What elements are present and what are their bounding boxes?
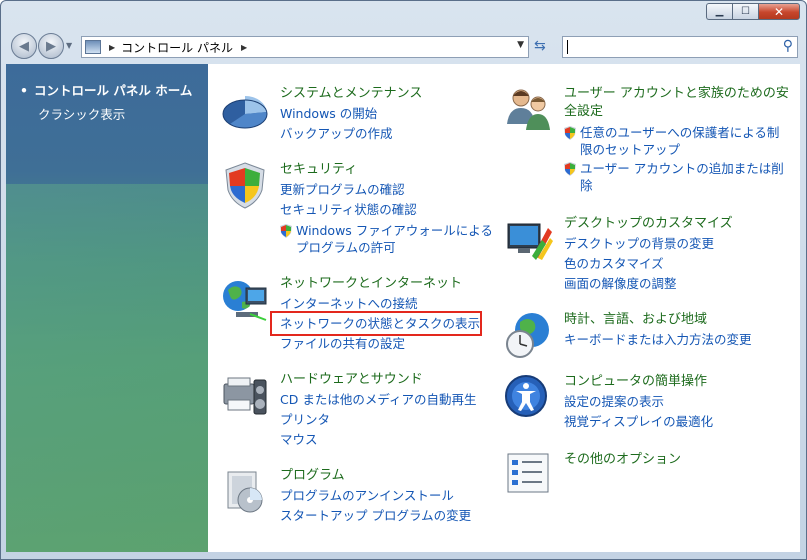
link-firewall-allow-program[interactable]: Windows ファイアウォールによる プログラムの許可 <box>280 222 510 256</box>
sublink-line: Windows ファイアウォールによる <box>296 223 493 238</box>
appearance-personalization-icon[interactable] <box>504 214 554 264</box>
link-change-keyboard-input[interactable]: キーボードまたは入力方法の変更 <box>564 330 794 350</box>
category-title[interactable]: プログラム <box>280 466 510 486</box>
category-text: デスクトップのカスタマイズ デスクトップの背景の変更 色のカスタマイズ 画面の解… <box>564 214 794 294</box>
category-text: システムとメンテナンス Windows の開始 バックアップの作成 <box>280 84 510 144</box>
category-title[interactable]: 時計、言語、および地域 <box>564 310 794 330</box>
link-change-desktop-background[interactable]: デスクトップの背景の変更 <box>564 234 794 254</box>
breadcrumb-arrow-icon[interactable]: ▶ <box>241 43 247 52</box>
address-bar[interactable]: ▶ コントロール パネル ▶ ▼ <box>81 36 529 58</box>
sublink-line: プログラムの許可 <box>296 240 396 255</box>
refresh-button[interactable]: ⇆ <box>534 38 552 56</box>
search-input[interactable]: ⚲ <box>562 36 798 58</box>
category-title-line[interactable]: 全設定 <box>564 102 794 122</box>
category-title-line[interactable]: ユーザー アカウントと家族のための安 <box>564 84 794 104</box>
address-dropdown-icon[interactable]: ▼ <box>517 40 524 50</box>
sidebar-item-home[interactable]: • コントロール パネル ホーム <box>20 80 192 99</box>
ease-of-access-icon[interactable] <box>504 372 554 422</box>
category-title[interactable]: デスクトップのカスタマイズ <box>564 214 794 234</box>
programs-icon[interactable] <box>220 466 270 516</box>
uac-shield-icon <box>564 126 576 140</box>
category-text: ユーザー アカウントと家族のための安 全設定 任意のユーザーへの保護者による制 … <box>564 84 794 194</box>
minimize-button[interactable]: ▁ <box>706 3 732 20</box>
network-internet-icon[interactable] <box>220 274 270 324</box>
close-button[interactable]: ✕ <box>758 3 800 20</box>
sidebar-item-classic-view[interactable]: クラシック表示 <box>38 104 125 123</box>
link-mouse[interactable]: マウス <box>280 430 510 450</box>
link-optimize-visual-display[interactable]: 視覚ディスプレイの最適化 <box>564 412 794 432</box>
category-text: その他のオプション <box>564 450 794 470</box>
additional-options-icon[interactable] <box>504 450 554 500</box>
sidebar-item-label: コントロール パネル ホーム <box>34 83 193 98</box>
category-title[interactable]: システムとメンテナンス <box>280 84 510 104</box>
category-title[interactable]: その他のオプション <box>564 450 794 470</box>
link-printers[interactable]: プリンタ <box>280 410 510 430</box>
link-change-startup-programs[interactable]: スタートアップ プログラムの変更 <box>280 506 510 526</box>
sidebar-gradient <box>6 184 208 552</box>
category-title[interactable]: セキュリティ <box>280 160 510 180</box>
sidebar: • コントロール パネル ホーム クラシック表示 <box>6 64 208 552</box>
link-suggested-settings[interactable]: 設定の提案の表示 <box>564 392 794 412</box>
category-text: プログラム プログラムのアンインストール スタートアップ プログラムの変更 <box>280 466 510 526</box>
bullet-icon: • <box>20 83 28 98</box>
link-connect-internet[interactable]: インターネットへの接続 <box>280 294 510 314</box>
window-controls: ▁ ☐ ✕ <box>706 3 800 20</box>
forward-button[interactable]: ▶ <box>38 33 64 59</box>
category-title[interactable]: ネットワークとインターネット <box>280 274 510 294</box>
link-add-remove-user-accounts[interactable]: ユーザー アカウントの追加または削 除 <box>564 160 794 194</box>
window-bottom-border <box>6 552 800 558</box>
forward-arrow-icon: ▶ <box>46 38 56 54</box>
maximize-icon: ☐ <box>741 6 750 17</box>
category-text: 時計、言語、および地域 キーボードまたは入力方法の変更 <box>564 310 794 350</box>
category-title[interactable]: ハードウェアとサウンド <box>280 370 510 390</box>
hardware-sound-icon[interactable] <box>220 370 270 420</box>
uac-shield-icon <box>564 162 576 176</box>
link-file-sharing-settings[interactable]: ファイルの共有の設定 <box>280 334 510 354</box>
sublink-line: 任意のユーザーへの保護者による制 <box>580 125 780 140</box>
system-maintenance-icon[interactable] <box>220 84 270 134</box>
link-windows-start[interactable]: Windows の開始 <box>280 104 510 124</box>
sublink-line: ユーザー アカウントの追加または削 <box>580 161 784 176</box>
maximize-button[interactable]: ☐ <box>732 3 758 20</box>
link-customize-colors[interactable]: 色のカスタマイズ <box>564 254 794 274</box>
link-adjust-screen-resolution[interactable]: 画面の解像度の調整 <box>564 274 794 294</box>
breadcrumb-control-panel[interactable]: コントロール パネル <box>121 39 233 56</box>
search-icon[interactable]: ⚲ <box>783 38 793 54</box>
title-bar: ▁ ☐ ✕ <box>1 1 806 29</box>
back-arrow-icon: ◀ <box>19 38 29 54</box>
navigation-bar: ◀ ▶ ▼ ▶ コントロール パネル ▶ ▼ ⇆ ⚲ <box>1 29 806 63</box>
category-title[interactable]: コンピュータの簡単操作 <box>564 372 794 392</box>
category-text: ハードウェアとサウンド CD または他のメディアの自動再生 プリンタ マウス <box>280 370 510 450</box>
link-backup[interactable]: バックアップの作成 <box>280 124 510 144</box>
clock-language-region-icon[interactable] <box>504 310 554 360</box>
link-uninstall-program[interactable]: プログラムのアンインストール <box>280 486 510 506</box>
link-parental-controls[interactable]: 任意のユーザーへの保護者による制 限のセットアップ <box>564 124 794 158</box>
category-text: ネットワークとインターネット インターネットへの接続 ネットワークの状態とタスク… <box>280 274 510 354</box>
link-autoplay[interactable]: CD または他のメディアの自動再生 <box>280 390 510 410</box>
category-text: コンピュータの簡単操作 設定の提案の表示 視覚ディスプレイの最適化 <box>564 372 794 432</box>
link-network-status-tasks[interactable]: ネットワークの状態とタスクの表示 <box>280 314 510 334</box>
sublink-line: 除 <box>580 178 593 193</box>
user-accounts-icon[interactable] <box>504 84 554 134</box>
uac-shield-icon <box>280 224 292 238</box>
back-button[interactable]: ◀ <box>11 33 37 59</box>
category-text: セキュリティ 更新プログラムの確認 セキュリティ状態の確認 Windows ファ… <box>280 160 510 256</box>
link-check-security-status[interactable]: セキュリティ状態の確認 <box>280 200 510 220</box>
refresh-icon: ⇆ <box>534 38 546 54</box>
link-check-updates[interactable]: 更新プログラムの確認 <box>280 180 510 200</box>
text-caret <box>567 40 568 54</box>
close-icon: ✕ <box>773 4 785 19</box>
recent-pages-dropdown[interactable]: ▼ <box>66 41 72 50</box>
main-content: システムとメンテナンス Windows の開始 バックアップの作成 セキュリティ… <box>208 64 800 552</box>
minimize-icon: ▁ <box>715 6 724 17</box>
breadcrumb-arrow-icon[interactable]: ▶ <box>109 43 115 52</box>
control-panel-icon <box>85 40 101 54</box>
security-shield-icon[interactable] <box>220 160 270 210</box>
sublink-line: 限のセットアップ <box>580 142 681 157</box>
